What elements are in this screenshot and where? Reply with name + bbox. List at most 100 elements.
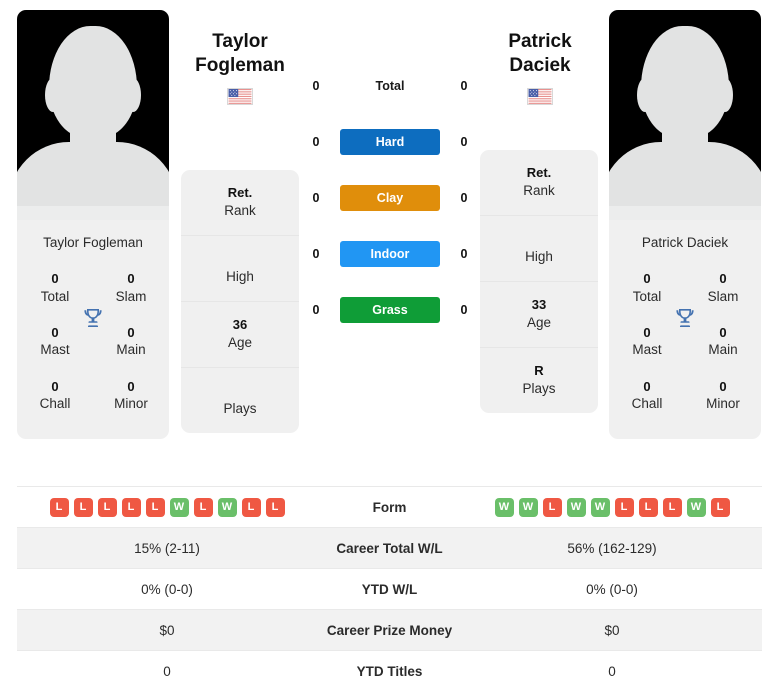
stat-value-left-ytd_wl: 0% (0-0)	[17, 568, 317, 610]
info-row-rank-right: Ret. Rank	[480, 150, 598, 217]
info-label: Rank	[224, 203, 256, 219]
info-value	[185, 250, 295, 268]
titles-grid-right: 0 Total 0 Slam 0 Mast 0 Main 0 Chall 0 M…	[609, 262, 761, 439]
info-label: High	[525, 249, 553, 265]
title-label: Total	[632, 288, 662, 304]
info-row-high-left: High	[181, 236, 299, 302]
stat-value-left-form: LLLLLWLWLL	[17, 486, 317, 528]
title-label: Main	[116, 342, 146, 358]
info-label: Rank	[523, 183, 555, 199]
title-label: Main	[708, 342, 738, 358]
surface-label-clay: Clay	[340, 185, 440, 211]
player-card-left[interactable]: Taylor Fogleman 0 Total 0 Slam 0 Mast 0 …	[17, 10, 169, 440]
avatar-silhouette-ear-right	[717, 78, 733, 112]
surface-count-right-total: 0	[460, 79, 468, 93]
form-badge: L	[614, 497, 634, 517]
title-cell-chall-left: 0 Chall	[17, 370, 93, 424]
form-badge: L	[241, 497, 261, 517]
form-badge: L	[97, 497, 117, 517]
surface-label-hard: Hard	[340, 129, 440, 155]
title-label: Slam	[115, 288, 147, 304]
info-row-rank-left: Ret. Rank	[181, 170, 299, 237]
stats-row-ytd_wl: 0% (0-0) YTD W/L 0% (0-0)	[17, 568, 762, 610]
surface-titles-column: 0 Total 0 0 Hard 0 0 Clay 0 0 Indoor 0 0 Grass 0	[305, 58, 475, 338]
avatar-silhouette-ear-right	[125, 78, 141, 112]
player-info-card-right[interactable]: Ret. Rank High 33 Age R Plays	[480, 150, 598, 414]
stat-value-left-ytd_titles: 0	[17, 650, 317, 692]
title-label: Chall	[39, 396, 71, 412]
surface-row-total: 0 Total 0	[305, 58, 475, 114]
stat-value-right-form: WWLWWLLLWL	[462, 486, 762, 528]
comparison-top-area: Taylor Fogleman 0 Total 0 Slam 0 Mast 0 …	[0, 0, 779, 478]
form-badge: W	[217, 497, 237, 517]
form-badge: L	[662, 497, 682, 517]
form-badge: L	[193, 497, 213, 517]
player-flag-left-wrap	[165, 87, 315, 106]
title-value: 0	[127, 271, 135, 286]
info-value: 33	[531, 296, 547, 312]
player-card-name-left: Taylor Fogleman	[43, 235, 143, 250]
player-comparison-page: Taylor Fogleman 0 Total 0 Slam 0 Mast 0 …	[0, 0, 779, 699]
title-label: Mast	[632, 342, 662, 358]
form-badge: W	[566, 497, 586, 517]
player-name-right-first: Patrick	[508, 31, 572, 52]
trophy-icon	[676, 309, 694, 327]
avatar-bottom-shadow	[609, 206, 761, 220]
title-value: 0	[643, 378, 651, 394]
stat-value-right-career_prize_money: $0	[462, 609, 762, 651]
surface-count-right-grass: 0	[460, 303, 468, 317]
titles-grid-left: 0 Total 0 Slam 0 Mast 0 Main 0 Chall 0 M…	[17, 262, 169, 439]
player-header-right: Patrick Daciek	[465, 30, 615, 106]
title-label: Minor	[706, 396, 740, 412]
title-value: 0	[719, 271, 727, 286]
surface-count-right-hard: 0	[460, 135, 468, 149]
title-label: Total	[40, 288, 70, 304]
form-strip-right: WWLWWLLLWL	[466, 497, 758, 517]
stat-label-ytd_titles: YTD Titles	[317, 650, 462, 692]
title-cell-minor-right: 0 Minor	[685, 370, 761, 424]
surface-count-left-indoor: 0	[312, 247, 320, 261]
info-row-age-left: 36 Age	[181, 302, 299, 369]
player-avatar-left	[17, 10, 169, 220]
player-flag-right-wrap	[465, 87, 615, 106]
player-header-left: Taylor Fogleman	[165, 30, 315, 106]
player-card-right[interactable]: Patrick Daciek 0 Total 0 Slam 0 Mast 0 M…	[609, 10, 761, 440]
us-flag-icon	[527, 87, 553, 105]
info-label: Plays	[522, 381, 556, 397]
surface-row-indoor: 0 Indoor 0	[305, 226, 475, 282]
title-label: Minor	[114, 396, 148, 412]
surface-row-hard: 0 Hard 0	[305, 114, 475, 170]
player-info-card-left[interactable]: Ret. Rank High 36 Age Plays	[181, 170, 299, 433]
us-flag-icon	[227, 87, 253, 105]
form-badge: L	[542, 497, 562, 517]
stats-row-career_total_wl: 15% (2-11) Career Total W/L 56% (162-129)	[17, 527, 762, 569]
surface-label-grass: Grass	[340, 297, 440, 323]
stat-label-career_total_wl: Career Total W/L	[317, 527, 462, 569]
info-value: Ret.	[526, 165, 552, 180]
surface-row-grass: 0 Grass 0	[305, 282, 475, 338]
form-badge: W	[169, 497, 189, 517]
stat-value-left-career_total_wl: 15% (2-11)	[17, 527, 317, 569]
form-strip-left: LLLLLWLWLL	[21, 497, 313, 517]
surface-count-left-clay: 0	[312, 191, 320, 205]
title-cell-chall-right: 0 Chall	[609, 370, 685, 424]
form-badge: L	[710, 497, 730, 517]
stat-label-career_prize_money: Career Prize Money	[317, 609, 462, 651]
title-value: 0	[643, 271, 651, 286]
surface-count-right-indoor: 0	[460, 247, 468, 261]
form-badge: L	[145, 497, 165, 517]
title-label: Chall	[631, 396, 663, 412]
title-label: Mast	[40, 342, 70, 358]
form-badge: L	[73, 497, 93, 517]
title-cell-minor-left: 0 Minor	[93, 370, 169, 424]
surface-count-left-grass: 0	[312, 303, 320, 317]
surface-count-right-clay: 0	[460, 191, 468, 205]
avatar-bottom-shadow	[17, 206, 169, 220]
player-name-right-last: Daciek	[509, 55, 571, 77]
stats-row-form: L L L L L W L W L L Form W W L W W L L L W L	[17, 486, 762, 528]
info-row-age-right: 33 Age	[480, 282, 598, 349]
surface-label-indoor: Indoor	[340, 241, 440, 267]
form-badge: L	[265, 497, 285, 517]
info-value	[185, 382, 295, 400]
info-label: Age	[526, 315, 552, 331]
